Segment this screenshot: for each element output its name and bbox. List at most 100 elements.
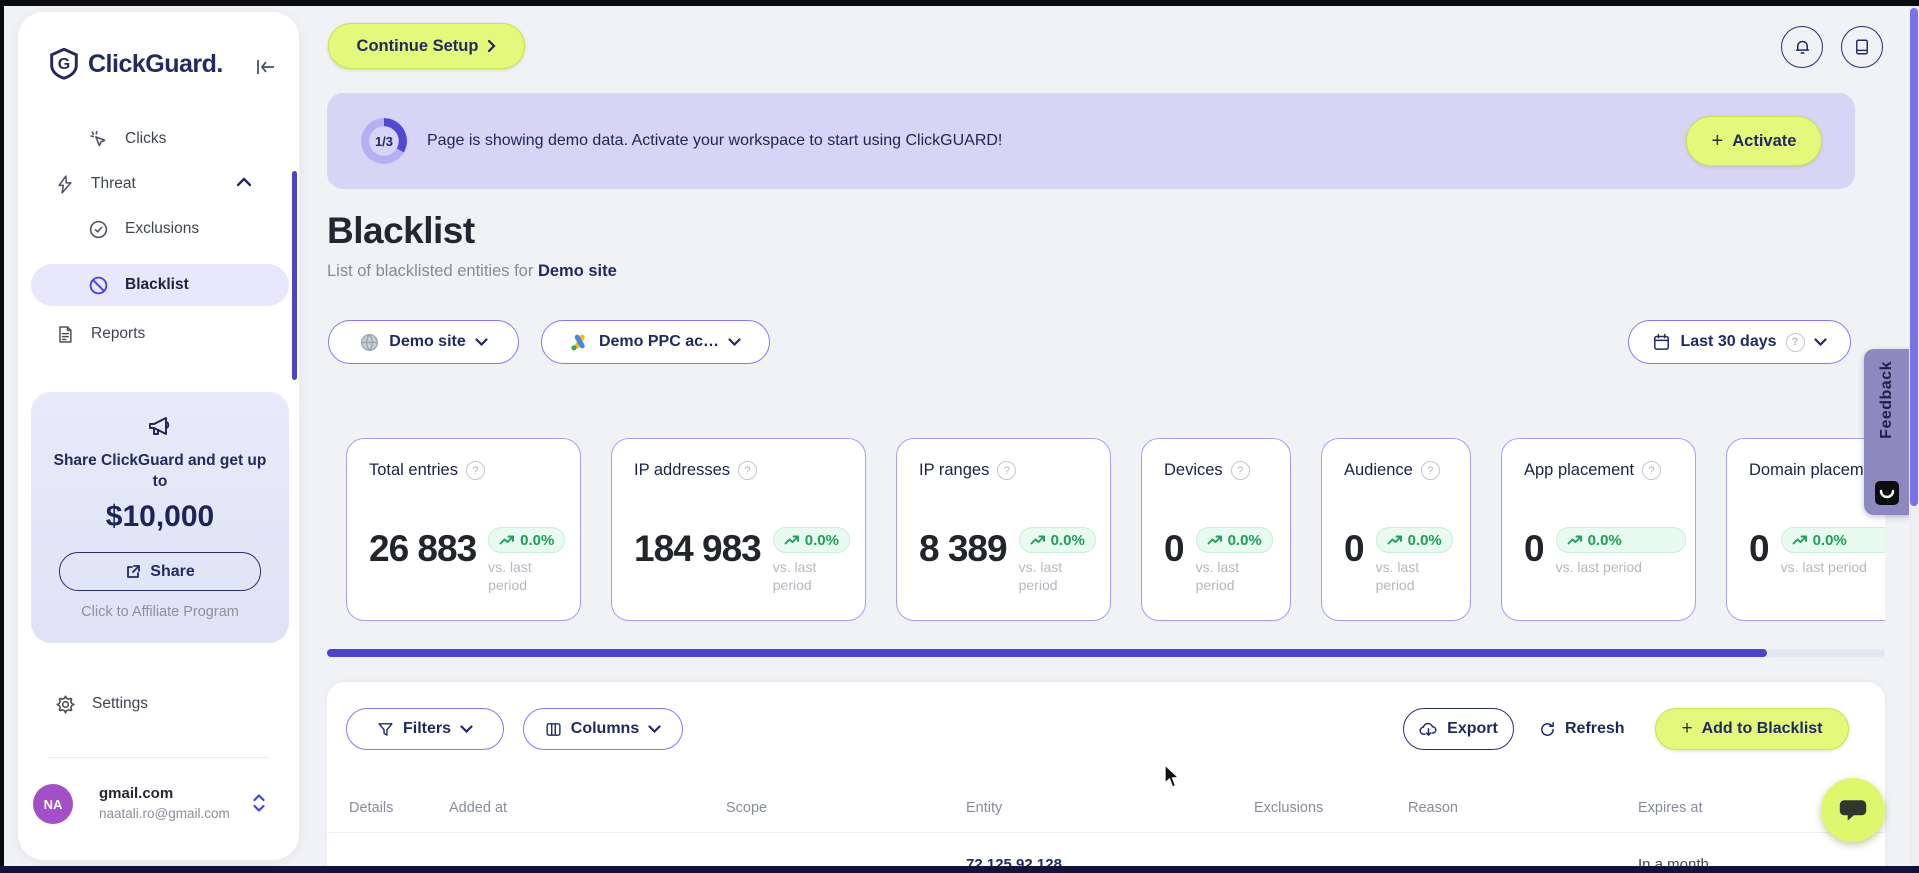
stat-card-total-entries: Total entries? 26 883 0.0% vs. last peri… xyxy=(346,438,581,621)
chevron-down-icon xyxy=(1813,338,1827,346)
cloud-download-icon xyxy=(1419,721,1438,738)
sidebar-item-label: Exclusions xyxy=(125,220,200,237)
trend-up-icon xyxy=(1567,535,1582,544)
table-header-divider xyxy=(327,832,1885,833)
column-header-details[interactable]: Details xyxy=(349,800,393,816)
promo-caption: Click to Affiliate Program xyxy=(81,604,239,620)
column-header-entity[interactable]: Entity xyxy=(966,800,1002,816)
refresh-button[interactable]: Refresh xyxy=(1539,708,1625,750)
site-selector-value: Demo site xyxy=(389,333,466,350)
demo-data-banner: 1/3 Page is showing demo data. Activate … xyxy=(327,93,1855,189)
feedback-tab[interactable]: Feedback xyxy=(1864,349,1910,515)
stat-caption: vs. last period xyxy=(1375,559,1420,593)
sidebar-item-blacklist[interactable]: Blacklist xyxy=(31,264,289,306)
sidebar-item-label: Blacklist xyxy=(125,276,189,293)
sidebar-item-label: Threat xyxy=(91,175,136,192)
column-header-added-at[interactable]: Added at xyxy=(449,800,507,816)
stat-label: Total entries xyxy=(369,461,458,479)
ppc-account-selector[interactable]: Demo PPC ac… xyxy=(541,320,770,364)
trend-up-icon xyxy=(1207,535,1222,544)
affiliate-promo-card[interactable]: Share ClickGuard and get up to $10,000 S… xyxy=(31,392,289,643)
activate-button[interactable]: + Activate xyxy=(1686,116,1822,166)
share-button[interactable]: Share xyxy=(59,552,261,591)
continue-setup-button[interactable]: Continue Setup xyxy=(328,23,525,69)
stat-card-domain-placement: Domain placement? 0 0.0% vs. last period xyxy=(1726,438,1885,621)
stat-label: App placement xyxy=(1524,461,1635,479)
collapse-sidebar-icon[interactable] xyxy=(255,57,277,77)
page-subtitle: List of blacklisted entities for Demo si… xyxy=(327,262,617,281)
question-icon[interactable]: ? xyxy=(1642,461,1662,480)
clickguard-app-window: G ClickGuard. Clicks Threat Exclusions B… xyxy=(0,0,1919,873)
continue-setup-label: Continue Setup xyxy=(356,36,479,55)
chevron-down-icon xyxy=(475,338,488,346)
column-header-expires-at[interactable]: Expires at xyxy=(1638,800,1702,816)
sidebar-scrollbar[interactable] xyxy=(292,171,297,380)
sidebar-item-label: Reports xyxy=(91,325,146,342)
documentation-button[interactable] xyxy=(1841,26,1883,68)
columns-button[interactable]: Columns xyxy=(523,708,683,750)
question-icon[interactable]: ? xyxy=(1420,461,1440,480)
trend-up-icon xyxy=(1792,535,1807,544)
page-scrollbar-track[interactable] xyxy=(1909,6,1919,866)
window-top-edge xyxy=(0,0,1919,6)
clickguard-shield-icon: G xyxy=(49,48,79,80)
sidebar-item-threat[interactable]: Threat xyxy=(31,164,313,204)
filters-button[interactable]: Filters xyxy=(346,708,504,750)
avatar: NA xyxy=(33,784,73,824)
export-button[interactable]: Export xyxy=(1403,708,1514,750)
sidebar-item-exclusions[interactable]: Exclusions xyxy=(31,209,346,249)
date-range-value: Last 30 days xyxy=(1680,333,1777,350)
promo-amount: $10,000 xyxy=(105,500,215,533)
trend-up-icon xyxy=(784,535,799,544)
add-to-blacklist-button[interactable]: + Add to Blacklist xyxy=(1655,708,1849,750)
stat-card-audience: Audience? 0 0.0% vs. last period xyxy=(1321,438,1471,621)
stat-card-devices: Devices? 0 0.0% vs. last period xyxy=(1141,438,1291,621)
lightning-icon xyxy=(55,174,75,195)
plus-icon: + xyxy=(1711,129,1724,152)
stat-caption: vs. last period xyxy=(1195,559,1240,593)
sidebar-item-settings[interactable]: Settings xyxy=(31,684,313,724)
stat-value: 0 xyxy=(1344,528,1365,569)
date-range-selector[interactable]: Last 30 days ? xyxy=(1628,320,1851,364)
question-icon: ? xyxy=(1785,332,1805,352)
cards-scrollbar-thumb[interactable] xyxy=(327,649,1767,657)
chat-launcher-button[interactable] xyxy=(1821,778,1885,842)
column-header-scope[interactable]: Scope xyxy=(726,800,767,816)
notifications-button[interactable] xyxy=(1781,26,1823,68)
sidebar-item-label: Clicks xyxy=(125,130,167,147)
workspace-email: naatali.ro@gmail.com xyxy=(99,806,230,821)
sidebar-item-clicks[interactable]: Clicks xyxy=(31,119,346,159)
setup-progress-step: 1/3 xyxy=(374,133,394,149)
stat-value: 184 983 xyxy=(634,528,762,569)
stat-caption: vs. last period xyxy=(1018,559,1063,593)
site-selector[interactable]: Demo site xyxy=(328,320,519,364)
external-link-icon xyxy=(125,564,141,580)
sidebar-item-reports[interactable]: Reports xyxy=(31,314,313,354)
promo-text: Share ClickGuard and get up to xyxy=(53,452,267,490)
columns-icon xyxy=(545,721,562,738)
cards-scrollbar-track[interactable] xyxy=(327,649,1885,657)
workspace-switcher[interactable]: NA gmail.com naatali.ro@gmail.com xyxy=(18,780,299,832)
stat-value: 0 xyxy=(1524,528,1545,569)
stat-delta-badge: 0.0% xyxy=(772,527,850,553)
export-label: Export xyxy=(1447,720,1498,737)
page-subtitle-site: Demo site xyxy=(537,262,617,280)
question-icon[interactable]: ? xyxy=(738,461,758,480)
refresh-icon xyxy=(1539,721,1556,738)
stat-label: Audience xyxy=(1344,461,1413,479)
chevron-down-icon xyxy=(460,725,473,733)
stat-caption: vs. last period xyxy=(1780,559,1867,575)
question-icon[interactable]: ? xyxy=(1230,461,1250,480)
chat-bubble-icon xyxy=(1838,796,1868,824)
stat-delta-badge: 0.0% xyxy=(1018,527,1096,553)
question-icon[interactable]: ? xyxy=(997,461,1017,480)
column-header-exclusions[interactable]: Exclusions xyxy=(1254,800,1323,816)
page-scrollbar-thumb[interactable] xyxy=(1910,8,1918,506)
stat-caption: vs. last period xyxy=(1555,559,1642,575)
window-bottom-edge xyxy=(0,866,1919,873)
stat-label: IP addresses xyxy=(634,461,731,479)
svg-text:G: G xyxy=(58,56,70,73)
question-icon[interactable]: ? xyxy=(465,461,485,480)
column-header-reason[interactable]: Reason xyxy=(1408,800,1458,816)
stat-card-ip-ranges: IP ranges? 8 389 0.0% vs. last period xyxy=(896,438,1111,621)
